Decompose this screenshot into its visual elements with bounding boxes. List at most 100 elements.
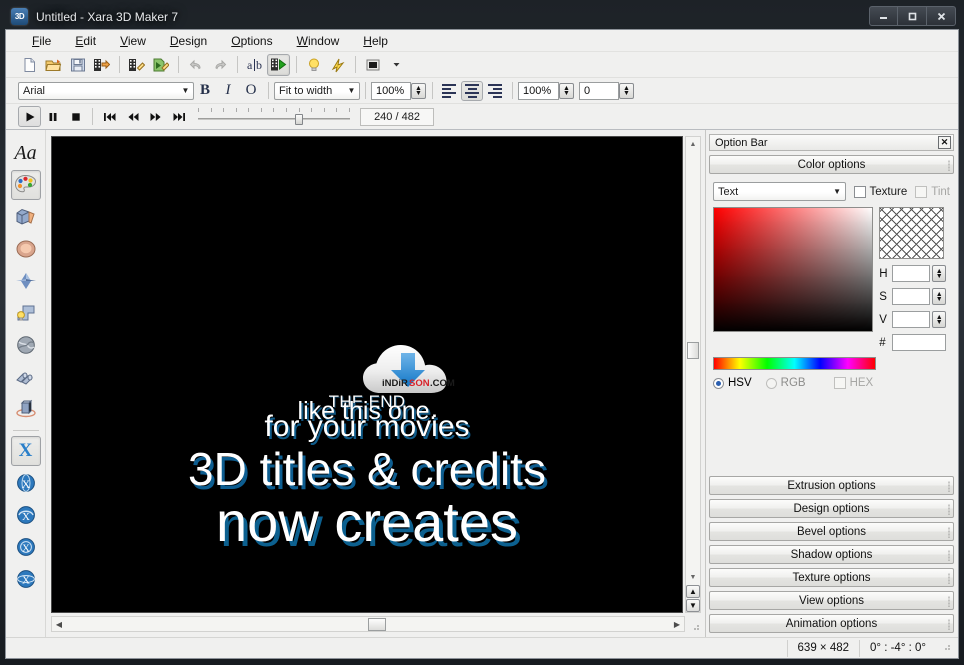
save-document-button[interactable]	[66, 54, 89, 76]
rgb-radio[interactable]	[765, 377, 777, 389]
align-center-button[interactable]	[461, 80, 483, 101]
letter-x-icon: X	[18, 440, 33, 461]
design-options-button[interactable]: Design options	[709, 499, 954, 518]
menu-item-options[interactable]: Options	[219, 32, 284, 50]
next-frame-button[interactable]	[144, 106, 167, 127]
bold-button[interactable]: B	[194, 81, 216, 101]
vertical-scroll-thumb[interactable]	[687, 342, 699, 359]
text-tool-palette-button[interactable]: Aa	[11, 138, 41, 168]
x-spin-tool-button[interactable]: X	[11, 564, 41, 594]
close-button[interactable]	[927, 6, 956, 26]
rotation-field[interactable]: 0	[579, 81, 619, 100]
window-resize-grip[interactable]	[940, 640, 954, 656]
close-icon[interactable]: ✕	[938, 136, 951, 149]
texture-checkbox-wrap[interactable]: Texture	[853, 185, 907, 198]
hue-spinner[interactable]: ▲ ▼	[932, 265, 947, 282]
extrusion-tool-palette-button[interactable]	[11, 202, 41, 232]
menu-item-design[interactable]: Design	[158, 32, 219, 50]
pause-button[interactable]	[41, 106, 64, 127]
open-document-button[interactable]	[42, 54, 65, 76]
last-frame-button[interactable]	[167, 106, 190, 127]
saturation-value-picker[interactable]	[713, 207, 874, 332]
scroll-left-arrow-icon[interactable]: ◀	[52, 617, 66, 631]
page-down-button[interactable]: ▼	[686, 599, 700, 612]
canvas-vertical-scrollbar[interactable]: ▲ ▼ ▲ ▼	[685, 136, 701, 613]
menu-item-help[interactable]: Help	[351, 32, 400, 50]
export-animation-button[interactable]	[90, 54, 113, 76]
hsv-radio[interactable]	[713, 377, 724, 389]
horizontal-scroll-thumb[interactable]	[368, 618, 386, 631]
maximize-button[interactable]	[898, 6, 927, 26]
x-rotate-tool-button[interactable]: X	[11, 468, 41, 498]
animation-options-button[interactable]: Animation options	[709, 614, 954, 633]
import-button[interactable]	[125, 54, 148, 76]
shadow-tool-palette-button[interactable]	[11, 266, 41, 296]
value-input[interactable]	[892, 311, 931, 328]
hue-input[interactable]	[892, 265, 931, 282]
new-document-button[interactable]	[18, 54, 41, 76]
undo-button[interactable]	[184, 54, 207, 76]
saturation-spinner[interactable]: ▲ ▼	[932, 288, 947, 305]
fit-mode-select[interactable]: Fit to width ▼	[274, 81, 360, 100]
italic-button[interactable]: I	[217, 81, 239, 101]
zoom-spinner[interactable]: ▲ ▼	[411, 82, 426, 99]
color-tool-palette-button[interactable]	[10, 170, 41, 200]
bevel-tool-palette-button[interactable]	[11, 234, 41, 264]
scale-field[interactable]: 100%	[518, 81, 559, 100]
x-static-tool-button[interactable]: X	[10, 436, 41, 466]
rotate-tool-palette-button[interactable]	[11, 394, 41, 424]
menu-item-window[interactable]: Window	[285, 32, 352, 50]
material-tool-palette-button[interactable]	[11, 362, 41, 392]
texture-checkbox[interactable]	[853, 185, 866, 198]
menu-item-file[interactable]: File	[20, 32, 63, 50]
lightning-button[interactable]	[326, 54, 349, 76]
extrusion-options-button[interactable]: Extrusion options	[709, 476, 954, 495]
redo-button[interactable]	[208, 54, 231, 76]
scroll-down-arrow-icon[interactable]: ▼	[686, 570, 700, 584]
rotation-spinner[interactable]: ▲ ▼	[619, 82, 634, 99]
hue-slider[interactable]	[713, 357, 876, 370]
view-options-button[interactable]: View options	[709, 591, 954, 610]
hex-input[interactable]	[892, 334, 947, 351]
design-canvas[interactable]: iNDiR SON .COM THE END like this one. fo…	[51, 136, 683, 613]
canvas-resize-grip[interactable]	[687, 616, 701, 632]
minimize-button[interactable]	[869, 6, 898, 26]
lightbulb-button[interactable]	[302, 54, 325, 76]
bevel-options-button[interactable]: Bevel options	[709, 522, 954, 541]
page-up-button[interactable]: ▲	[686, 585, 700, 598]
saturation-input[interactable]	[892, 288, 931, 305]
align-left-button[interactable]	[438, 81, 460, 101]
animation-preview-button[interactable]	[267, 53, 290, 76]
text-tool-button[interactable]: ab	[243, 54, 266, 76]
x-pulse-tool-button[interactable]: X	[11, 532, 41, 562]
texture-options-button[interactable]: Texture options	[709, 568, 954, 587]
stop-button[interactable]	[64, 106, 87, 127]
x-swing-tool-button[interactable]: X	[11, 500, 41, 530]
scroll-right-arrow-icon[interactable]: ▶	[670, 617, 684, 631]
previous-frame-button[interactable]	[121, 106, 144, 127]
background-dropdown-arrow[interactable]	[385, 54, 408, 76]
export-flash-button[interactable]	[149, 54, 172, 76]
align-right-button[interactable]	[484, 81, 506, 101]
menu-item-view[interactable]: View	[108, 32, 158, 50]
scroll-up-arrow-icon[interactable]: ▲	[686, 137, 700, 151]
font-family-select[interactable]: Arial ▼	[18, 81, 194, 100]
value-spinner[interactable]: ▲ ▼	[932, 311, 947, 328]
outline-button[interactable]: O	[240, 81, 262, 101]
color-target-select[interactable]: Text ▼	[713, 182, 846, 201]
transparency-swatch[interactable]	[879, 207, 945, 259]
scale-spinner[interactable]: ▲ ▼	[559, 82, 574, 99]
zoom-field[interactable]: 100%	[371, 81, 411, 100]
texture-tool-palette-button[interactable]	[11, 330, 41, 360]
color-options-header-button[interactable]: Color options	[709, 155, 954, 174]
canvas-horizontal-scrollbar[interactable]: ◀ ▶	[51, 616, 685, 632]
shadow-options-button[interactable]: Shadow options	[709, 545, 954, 564]
background-button[interactable]	[361, 54, 384, 76]
menu-item-edit[interactable]: Edit	[63, 32, 108, 50]
tint-checkbox-label: Tint	[931, 185, 950, 198]
play-button[interactable]	[18, 106, 41, 127]
first-frame-button[interactable]	[98, 106, 121, 127]
timeline-slider[interactable]	[198, 106, 350, 127]
timeline-thumb[interactable]	[295, 114, 304, 125]
lighting-tool-palette-button[interactable]	[11, 298, 41, 328]
